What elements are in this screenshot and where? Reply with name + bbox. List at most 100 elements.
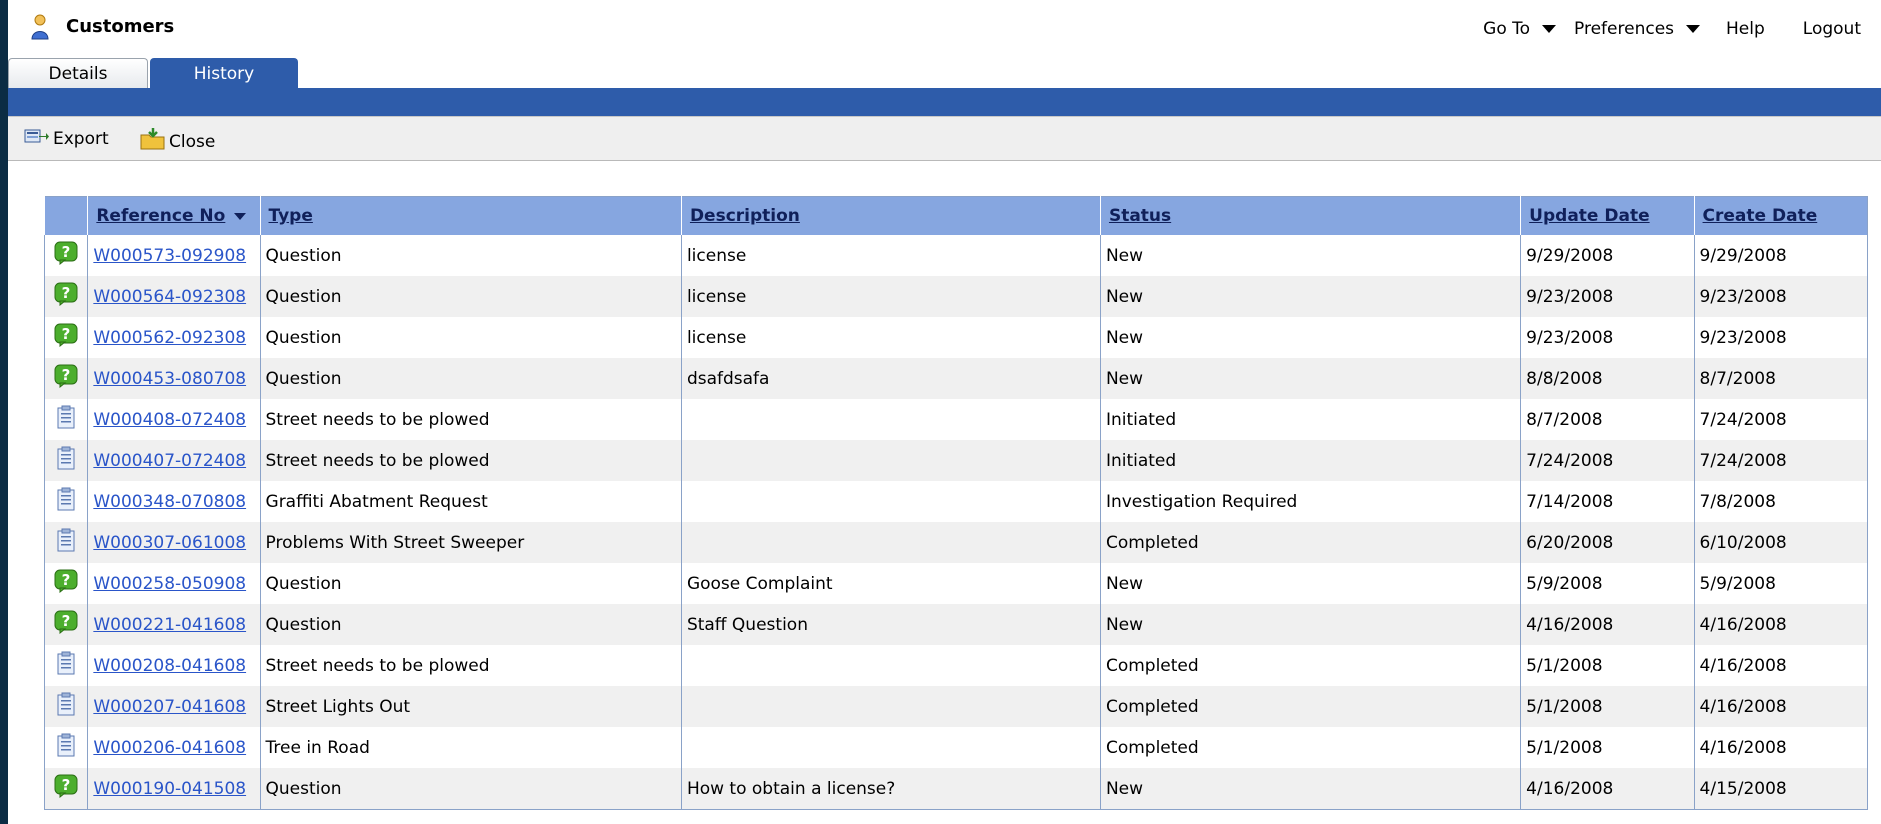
preferences-label: Preferences — [1574, 19, 1675, 39]
table-row[interactable]: ? W000258-050908 Question Goose Complaint N… — [43, 563, 1868, 604]
table-row[interactable]: W000208-041608 Street needs to be plowed C… — [43, 645, 1868, 686]
status-cell: New — [1099, 235, 1521, 276]
status-cell: Completed — [1099, 686, 1521, 727]
export-button[interactable]: Export — [24, 127, 109, 150]
row-icon-cell: ? — [43, 604, 88, 645]
question-icon: ? — [54, 569, 78, 598]
reference-header-label: Reference No — [96, 206, 226, 226]
export-label: Export — [53, 128, 109, 149]
tab-history[interactable]: History — [150, 58, 298, 89]
status-cell: Initiated — [1099, 399, 1521, 440]
reference-cell: W000206-041608 — [87, 727, 261, 768]
description-header-label: Description — [689, 206, 800, 226]
status-cell: New — [1099, 317, 1521, 358]
row-icon-cell — [43, 481, 88, 522]
description-cell: dsafdsafa — [680, 358, 1101, 399]
table-row[interactable]: W000348-070808 Graffiti Abatment Request I… — [43, 481, 1868, 522]
reference-link[interactable]: W000408-072408 — [93, 410, 246, 430]
close-folder-icon — [140, 127, 169, 156]
app-window: Customers Go To Preferences Help Logout … — [8, 0, 1881, 824]
table-row[interactable]: W000408-072408 Street needs to be plowed I… — [43, 399, 1868, 440]
create-date-cell: 8/7/2008 — [1693, 358, 1868, 399]
column-header-status[interactable]: Status — [1099, 196, 1521, 235]
goto-label: Go To — [1483, 19, 1531, 39]
reference-link[interactable]: W000207-041608 — [93, 697, 246, 717]
column-header-reference[interactable]: Reference No — [87, 196, 261, 235]
document-icon — [56, 528, 76, 557]
svg-text:?: ? — [62, 243, 71, 261]
tab-details[interactable]: Details — [8, 58, 148, 89]
reference-cell: W000562-092308 — [87, 317, 261, 358]
update-date-cell: 6/20/2008 — [1520, 522, 1695, 563]
reference-link[interactable]: W000208-041608 — [93, 656, 246, 676]
update-date-cell: 9/23/2008 — [1520, 276, 1695, 317]
create-date-cell: 4/16/2008 — [1693, 686, 1868, 727]
reference-link[interactable]: W000564-092308 — [93, 287, 246, 307]
table-row[interactable]: ? W000453-080708 Question dsafdsafa New 8/8/… — [43, 358, 1868, 399]
type-cell: Street needs to be plowed — [259, 440, 682, 481]
description-cell: license — [680, 317, 1101, 358]
create-date-header-label: Create Date — [1702, 206, 1818, 226]
reference-link[interactable]: W000190-041508 — [93, 779, 246, 799]
reference-link[interactable]: W000453-080708 — [93, 369, 246, 389]
update-date-cell: 4/16/2008 — [1520, 768, 1695, 810]
reference-cell: W000190-041508 — [87, 768, 261, 810]
table-header-row: Reference No Type Description Status Upd… — [43, 196, 1868, 235]
table-row[interactable]: W000407-072408 Street needs to be plowed I… — [43, 440, 1868, 481]
chevron-down-icon — [1542, 25, 1557, 33]
preferences-menu[interactable]: Preferences — [1574, 19, 1718, 39]
table-row[interactable]: ? W000562-092308 Question license New 9/23/2… — [43, 317, 1868, 358]
row-icon-cell — [43, 440, 88, 481]
table-row[interactable]: W000207-041608 Street Lights Out Completed… — [43, 686, 1868, 727]
status-cell: New — [1099, 604, 1521, 645]
status-cell: Initiated — [1099, 440, 1521, 481]
update-date-cell: 8/8/2008 — [1520, 358, 1695, 399]
type-cell: Question — [259, 317, 682, 358]
reference-link[interactable]: W000573-092908 — [93, 246, 246, 266]
table-row[interactable]: ? W000190-041508 Question How to obtain a … — [43, 768, 1868, 810]
type-cell: Graffiti Abatment Request — [259, 481, 682, 522]
column-header-update-date[interactable]: Update Date — [1520, 196, 1695, 235]
logout-link[interactable]: Logout — [1803, 19, 1861, 39]
reference-cell: W000348-070808 — [87, 481, 261, 522]
status-cell: Completed — [1099, 727, 1521, 768]
reference-cell: W000453-080708 — [87, 358, 261, 399]
goto-menu[interactable]: Go To — [1483, 19, 1574, 39]
toolbar: Export Close — [8, 116, 1881, 161]
row-icon-cell: ? — [43, 317, 88, 358]
table-row[interactable]: ? W000221-041608 Question Staff Question Ne… — [43, 604, 1868, 645]
column-header-create-date[interactable]: Create Date — [1693, 196, 1868, 235]
create-date-cell: 4/16/2008 — [1693, 727, 1868, 768]
column-header-description[interactable]: Description — [680, 196, 1101, 235]
table-row[interactable]: W000307-061008 Problems With Street Sweep… — [43, 522, 1868, 563]
question-icon: ? — [54, 610, 78, 639]
table-row[interactable]: W000206-041608 Tree in Road Completed 5/1/2… — [43, 727, 1868, 768]
status-header-label: Status — [1108, 206, 1172, 226]
type-cell: Problems With Street Sweeper — [259, 522, 682, 563]
status-cell: New — [1099, 768, 1521, 810]
close-button[interactable]: Close — [140, 127, 215, 156]
reference-cell: W000564-092308 — [87, 276, 261, 317]
reference-link[interactable]: W000407-072408 — [93, 451, 246, 471]
reference-link[interactable]: W000307-061008 — [93, 533, 246, 553]
reference-link[interactable]: W000221-041608 — [93, 615, 246, 635]
table-row[interactable]: ? W000573-092908 Question license New 9/29/2… — [43, 235, 1868, 276]
status-cell: Completed — [1099, 522, 1521, 563]
help-link[interactable]: Help — [1726, 19, 1765, 39]
question-icon: ? — [54, 323, 78, 352]
description-cell — [680, 727, 1101, 768]
type-cell: Street needs to be plowed — [259, 645, 682, 686]
table-row[interactable]: ? W000564-092308 Question license New 9/23/2… — [43, 276, 1868, 317]
update-date-cell: 9/23/2008 — [1520, 317, 1695, 358]
reference-link[interactable]: W000206-041608 — [93, 738, 246, 758]
reference-link[interactable]: W000562-092308 — [93, 328, 246, 348]
type-cell: Question — [259, 235, 682, 276]
update-date-cell: 5/9/2008 — [1520, 563, 1695, 604]
reference-cell: W000208-041608 — [87, 645, 261, 686]
reference-link[interactable]: W000258-050908 — [93, 574, 246, 594]
column-header-type[interactable]: Type — [259, 196, 682, 235]
row-icon-cell: ? — [43, 358, 88, 399]
description-cell: Goose Complaint — [680, 563, 1101, 604]
status-cell: New — [1099, 276, 1521, 317]
reference-link[interactable]: W000348-070808 — [93, 492, 246, 512]
